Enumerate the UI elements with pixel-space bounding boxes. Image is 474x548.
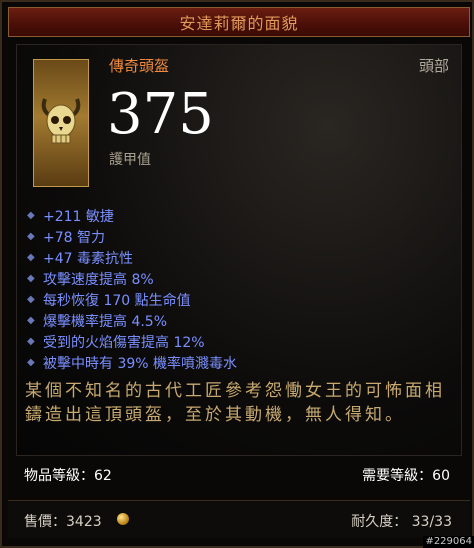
durability: 耐久度： 33/33 xyxy=(351,514,452,530)
gold-coin-icon xyxy=(117,513,129,525)
diamond-bullet-icon: ◆ xyxy=(27,294,35,305)
diamond-bullet-icon: ◆ xyxy=(27,315,35,326)
diamond-bullet-icon: ◆ xyxy=(27,336,35,347)
stat-line: ◆ 攻擊速度提高 8% xyxy=(27,271,154,288)
diamond-bullet-icon: ◆ xyxy=(27,357,35,368)
stat-line: ◆ 受到的火焰傷害提高 12% xyxy=(27,334,205,351)
item-type: 傳奇頭盔 xyxy=(109,57,170,75)
armor-value: 375 xyxy=(107,82,214,147)
item-name-bar: 安達莉爾的面貌 xyxy=(8,7,470,37)
item-details-panel: 傳奇頭盔 頭部 375 護甲值 ◆ +211 敏捷 ◆ +78 智力 ◆ +47 毒素… xyxy=(16,44,462,456)
level-row: 物品等級：62 需要等級：60 xyxy=(10,465,450,485)
helm-icon xyxy=(33,59,89,187)
stat-line: ◆ 每秒恢復 170 點生命值 xyxy=(27,292,191,309)
diamond-bullet-icon: ◆ xyxy=(27,252,35,263)
diamond-bullet-icon: ◆ xyxy=(27,231,35,242)
footer-bar: 售價：3423 耐久度： 33/33 xyxy=(8,500,470,538)
item-slot: 頭部 xyxy=(418,57,449,75)
diamond-bullet-icon: ◆ xyxy=(27,273,35,284)
stat-line: ◆ +78 智力 xyxy=(27,229,105,246)
skull-icon xyxy=(41,98,81,144)
sell-price: 售價：3423 xyxy=(24,514,102,530)
item-name: 安達莉爾的面貌 xyxy=(179,14,299,33)
watermark: #229064 xyxy=(423,536,474,548)
stat-line: ◆ +47 毒素抗性 xyxy=(27,250,133,267)
stat-line: ◆ 被擊中時有 39% 機率噴濺毒水 xyxy=(27,355,238,372)
required-level: 需要等級：60 xyxy=(362,468,450,484)
armor-label: 護甲值 xyxy=(109,152,151,168)
stat-line: ◆ +211 敏捷 xyxy=(27,208,114,225)
stat-list: ◆ +211 敏捷 ◆ +78 智力 ◆ +47 毒素抗性 ◆ 攻擊速度提高 8% ◆ 每… xyxy=(27,205,237,373)
flavor-text: 某個不知名的古代工匠參考怨慟女王的可怖面相鑄造出這頂頭盔，至於其動機，無人得知。 xyxy=(25,381,445,425)
stat-line: ◆ 爆擊機率提高 4.5% xyxy=(27,313,168,330)
item-level: 物品等級：62 xyxy=(24,468,112,484)
item-tooltip: 安達莉爾的面貌 傳奇頭盔 頭部 375 護甲值 ◆ +211 敏捷 ◆ +78 智力 xyxy=(0,0,474,548)
diamond-bullet-icon: ◆ xyxy=(27,210,35,221)
